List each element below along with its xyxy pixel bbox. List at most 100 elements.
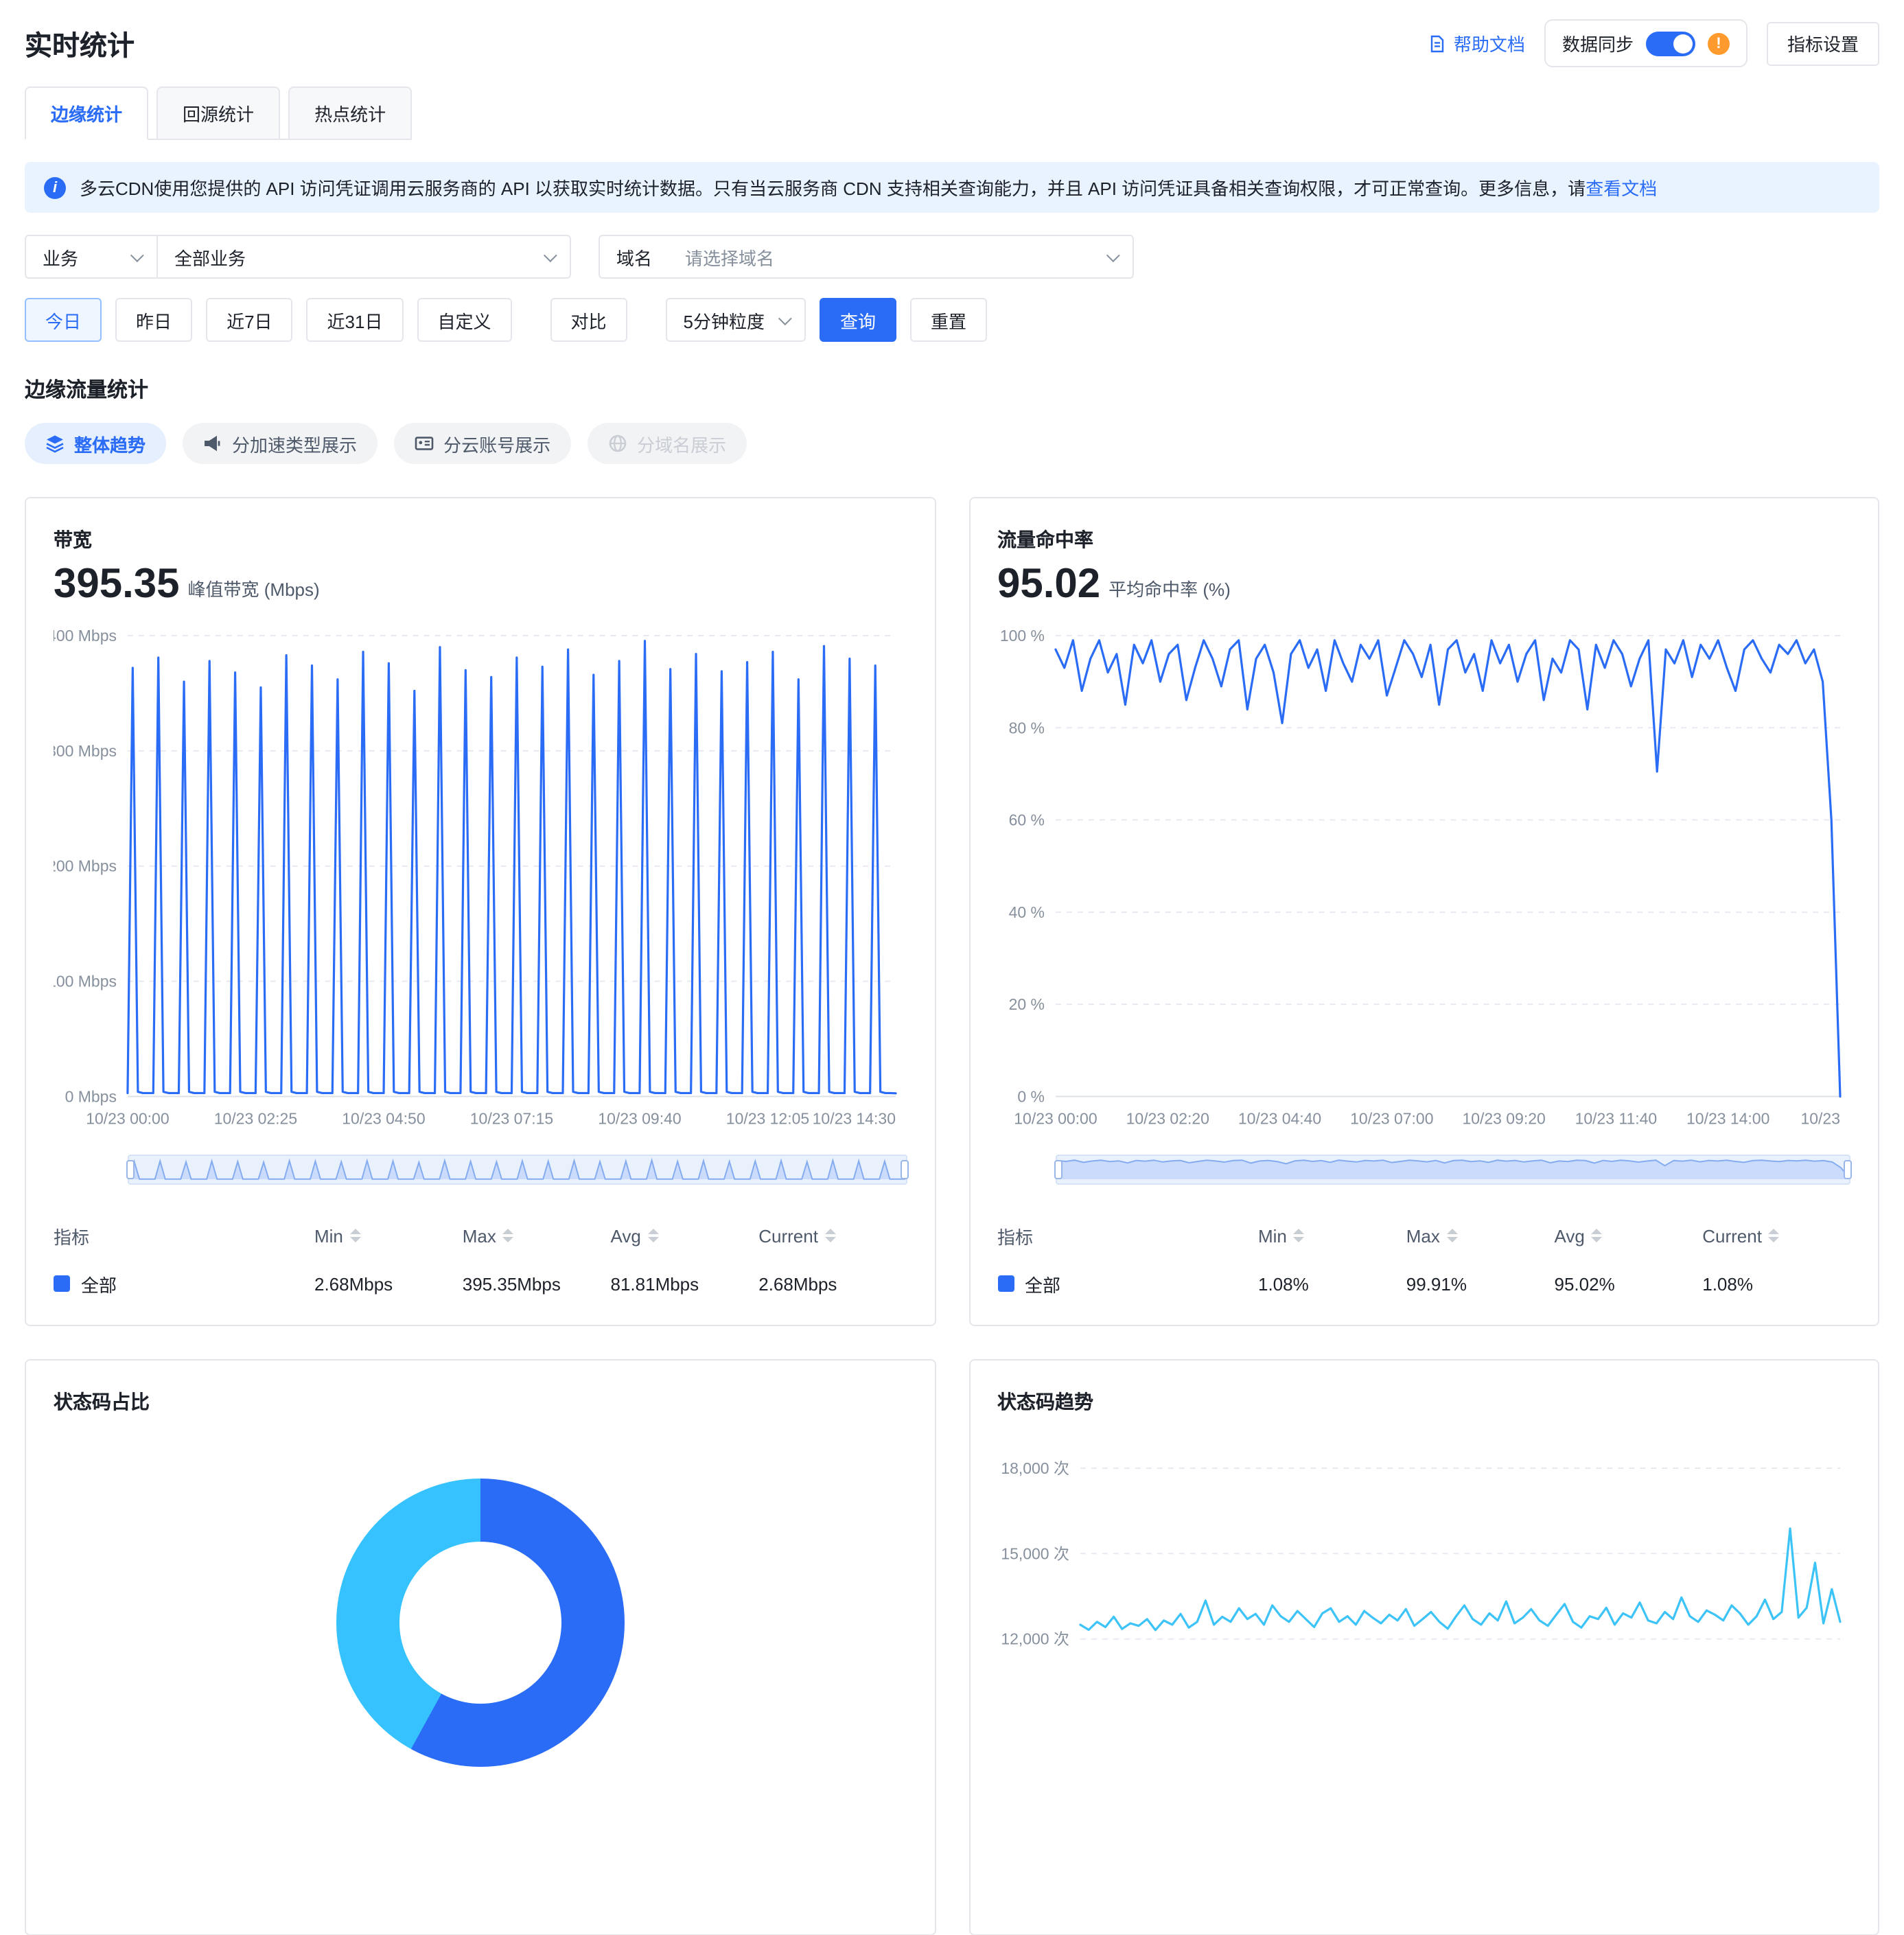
hit-rate-brush-mini-chart <box>1056 1155 1849 1183</box>
stats-header-row: 指标 Min Max Avg Current <box>54 1223 907 1249</box>
brush-handle-right[interactable] <box>900 1159 908 1179</box>
toggle-knob <box>1673 34 1693 53</box>
domain-label: 域名 <box>600 236 669 277</box>
domain-placeholder: 请选择域名 <box>685 244 774 270</box>
sort-icon[interactable] <box>648 1229 659 1242</box>
avg-hit-rate-label: 平均命中率 (%) <box>1108 575 1231 605</box>
brush-handle-right[interactable] <box>1844 1159 1852 1179</box>
data-sync-toggle[interactable] <box>1646 31 1695 56</box>
business-filter: 业务 全部业务 <box>25 235 571 279</box>
domain-select[interactable]: 请选择域名 <box>669 236 1133 277</box>
metric-settings-button[interactable]: 指标设置 <box>1767 21 1879 65</box>
current-column-header[interactable]: Current <box>1702 1225 1850 1246</box>
reset-button[interactable]: 重置 <box>910 298 987 342</box>
brush-handle-left[interactable] <box>1054 1159 1062 1179</box>
svg-text:10/23 02:25: 10/23 02:25 <box>214 1109 297 1127</box>
tab-edge-stats[interactable]: 边缘统计 <box>25 86 148 140</box>
pill-by-accel-type[interactable]: 分加速类型展示 <box>183 423 378 464</box>
pill-overall-trend[interactable]: 整体趋势 <box>25 423 166 464</box>
svg-text:10/23 11:40: 10/23 11:40 <box>1575 1109 1657 1127</box>
series-legend[interactable]: 全部 <box>997 1271 1258 1297</box>
donut-hole <box>399 1541 561 1703</box>
date-custom-button[interactable]: 自定义 <box>417 298 511 342</box>
stat-avg-value: 81.81Mbps <box>611 1273 759 1294</box>
granularity-select[interactable]: 5分钟粒度 <box>666 298 806 342</box>
sort-icon[interactable] <box>825 1229 836 1242</box>
document-icon <box>1428 34 1447 53</box>
series-name: 全部 <box>1025 1271 1060 1297</box>
page-title: 实时统计 <box>25 23 135 63</box>
table-row: 全部 1.08% 99.91% 95.02% 1.08% <box>997 1271 1850 1297</box>
min-column-header[interactable]: Min <box>314 1225 463 1246</box>
stat-min-value: 1.08% <box>1258 1273 1406 1294</box>
pill-label: 分云账号展示 <box>443 430 550 456</box>
hit-rate-brush[interactable] <box>1055 1154 1850 1184</box>
status-donut[interactable] <box>336 1478 625 1766</box>
svg-text:10/23 02:20: 10/23 02:20 <box>1126 1109 1209 1127</box>
stat-current-value: 1.08% <box>1702 1273 1850 1294</box>
svg-text:0 %: 0 % <box>1017 1087 1044 1105</box>
donut-wrap <box>54 1478 907 1766</box>
stat-max-value: 99.91% <box>1406 1273 1555 1294</box>
pill-label: 分加速类型展示 <box>232 430 357 456</box>
svg-text:10/23 14:30: 10/23 14:30 <box>813 1109 896 1127</box>
help-doc-link[interactable]: 帮助文档 <box>1428 30 1525 56</box>
section-title: 边缘流量统计 <box>25 375 1879 404</box>
sort-icon[interactable] <box>1769 1229 1780 1242</box>
granularity-value: 5分钟粒度 <box>684 307 765 333</box>
hit-rate-chart: 100 %80 %60 %40 %20 %0 %10/23 00:0010/23… <box>997 619 1850 1135</box>
series-legend[interactable]: 全部 <box>54 1271 314 1297</box>
min-column-header[interactable]: Min <box>1258 1225 1406 1246</box>
stat-current-value: 2.68Mbps <box>758 1273 907 1294</box>
warning-icon[interactable]: ! <box>1708 32 1730 54</box>
query-button[interactable]: 查询 <box>820 298 896 342</box>
chevron-down-icon <box>778 311 792 325</box>
card-title: 流量命中率 <box>997 526 1850 553</box>
view-switch-pills: 整体趋势 分加速类型展示 分云账号展示 分域名展示 <box>25 423 1879 464</box>
compare-button[interactable]: 对比 <box>550 298 627 342</box>
chevron-down-icon <box>1106 248 1120 262</box>
tab-origin-stats[interactable]: 回源统计 <box>156 86 280 140</box>
date-toolbar: 今日 昨日 近7日 近31日 自定义 对比 5分钟粒度 查询 重置 <box>25 298 1879 342</box>
globe-icon <box>608 434 627 453</box>
svg-text:200 Mbps: 200 Mbps <box>54 857 117 875</box>
business-value-select[interactable]: 全部业务 <box>158 236 570 277</box>
stat-avg-value: 95.02% <box>1555 1273 1703 1294</box>
bandwidth-card: 带宽 395.35 峰值带宽 (Mbps) 400 Mbps300 Mbps20… <box>25 497 936 1325</box>
pill-by-domain: 分域名展示 <box>588 423 747 464</box>
svg-text:10/23 00:00: 10/23 00:00 <box>86 1109 169 1127</box>
bandwidth-brush[interactable] <box>128 1154 907 1184</box>
svg-text:80 %: 80 % <box>1008 719 1044 737</box>
sort-icon[interactable] <box>1294 1229 1305 1242</box>
date-31days-button[interactable]: 近31日 <box>307 298 404 342</box>
avg-column-header[interactable]: Avg <box>1555 1225 1703 1246</box>
date-7days-button[interactable]: 近7日 <box>206 298 292 342</box>
business-type-select[interactable]: 业务 <box>26 236 158 277</box>
avg-column-header[interactable]: Avg <box>611 1225 759 1246</box>
sort-icon[interactable] <box>1592 1229 1603 1242</box>
max-column-header[interactable]: Max <box>1406 1225 1555 1246</box>
header-actions: 帮助文档 数据同步 ! 指标设置 <box>1428 19 1879 67</box>
help-doc-label: 帮助文档 <box>1454 30 1525 56</box>
svg-text:12,000 次: 12,000 次 <box>1000 1630 1069 1647</box>
avg-hit-rate-value: 95.02 <box>997 564 1100 605</box>
current-column-header[interactable]: Current <box>758 1225 907 1246</box>
pill-by-cloud-account[interactable]: 分云账号展示 <box>394 423 571 464</box>
date-today-button[interactable]: 今日 <box>25 298 102 342</box>
data-sync-label: 数据同步 <box>1562 30 1634 56</box>
sort-icon[interactable] <box>503 1229 514 1242</box>
filter-row: 业务 全部业务 域名 请选择域名 <box>25 235 1879 279</box>
status-code-ratio-card: 状态码占比 <box>25 1358 936 1935</box>
brush-handle-left[interactable] <box>126 1159 135 1179</box>
max-column-header[interactable]: Max <box>463 1225 611 1246</box>
view-docs-link[interactable]: 查看文档 <box>1586 178 1657 199</box>
stat-max-value: 395.35Mbps <box>463 1273 611 1294</box>
svg-text:100 Mbps: 100 Mbps <box>54 973 117 990</box>
tab-hotspot-stats[interactable]: 热点统计 <box>288 86 412 140</box>
sort-icon[interactable] <box>1447 1229 1458 1242</box>
chevron-down-icon <box>544 248 557 262</box>
account-card-icon <box>415 434 434 453</box>
series-name: 全部 <box>81 1271 117 1297</box>
date-yesterday-button[interactable]: 昨日 <box>115 298 192 342</box>
sort-icon[interactable] <box>350 1229 361 1242</box>
